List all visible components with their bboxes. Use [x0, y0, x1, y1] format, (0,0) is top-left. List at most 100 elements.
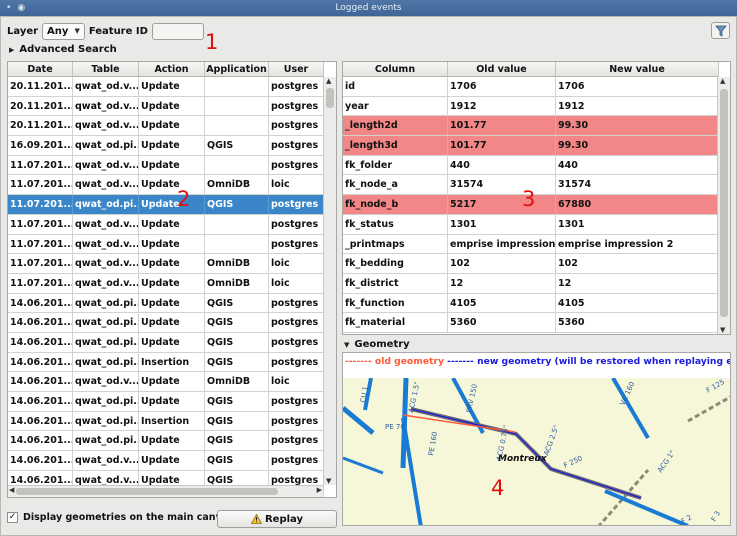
column-header-old-value[interactable]: Old value — [448, 62, 556, 76]
layer-combo[interactable]: Any ▼ — [42, 22, 85, 40]
event-cell-application: QGIS — [205, 451, 269, 470]
column-header-application[interactable]: Application — [205, 62, 269, 76]
window-menu-icon[interactable]: • — [6, 3, 11, 13]
detail-row[interactable]: _length2d 101.77 99.30 — [343, 116, 719, 137]
detail-row[interactable]: _length3d 101.77 99.30 — [343, 136, 719, 156]
event-cell-application: QGIS — [205, 352, 269, 372]
event-cell-application — [205, 116, 269, 136]
event-cell-action: Update — [139, 332, 205, 352]
legend-new-geometry: ------- new geometry (will be restored w… — [447, 356, 731, 367]
event-row[interactable]: 20.11.201... qwat_od.v... Update postgres — [8, 116, 324, 137]
event-row[interactable]: 14.06.201... qwat_od.pi... Insertion QGIS po… — [8, 352, 324, 373]
detail-cell-column: fk_node_a — [343, 175, 448, 195]
detail-row[interactable]: year 1912 1912 — [343, 96, 719, 117]
title-bar: • ◉ Logged events — [0, 0, 737, 16]
scroll-thumb[interactable] — [326, 88, 334, 108]
geometry-map-canvas[interactable]: CU 1 ACG 1.5" PRV 150 VC 160 F 125 PE 70… — [343, 378, 731, 526]
event-cell-application: QGIS — [205, 195, 269, 214]
event-row[interactable]: 11.07.201... qwat_od.v... Update postgres — [8, 214, 324, 235]
details-vertical-scrollbar[interactable]: ▲ ▼ — [717, 77, 730, 334]
event-row[interactable]: 14.06.201... qwat_od.v... Update QGIS postgr… — [8, 451, 324, 471]
column-header-new-value[interactable]: New value — [556, 62, 719, 76]
detail-row[interactable]: fk_folder 440 440 — [343, 155, 719, 176]
column-header-table[interactable]: Table — [73, 62, 139, 76]
geometry-toggle[interactable]: ▼ Geometry — [344, 339, 410, 350]
horizontal-scroll-thumb[interactable] — [16, 488, 278, 495]
event-cell-user: loic — [269, 254, 324, 273]
scroll-thumb[interactable] — [720, 89, 728, 317]
detail-row[interactable]: _printmaps emprise impression 2 emprise im… — [343, 234, 719, 255]
detail-row[interactable]: fk_district 12 12 — [343, 273, 719, 294]
pin-icon[interactable]: ◉ — [17, 3, 25, 13]
detail-row[interactable]: fk_bedding 102 102 — [343, 254, 719, 274]
detail-row[interactable]: id 1706 1706 — [343, 77, 719, 97]
geometry-panel: ------- old geometry ------- new geometr… — [342, 352, 731, 526]
event-row[interactable]: 11.07.201... qwat_od.v... Update postgres — [8, 155, 324, 176]
detail-cell-old-value: 1301 — [448, 214, 556, 234]
detail-row[interactable]: fk_status 1301 1301 — [343, 214, 719, 235]
scroll-up-icon[interactable]: ▲ — [720, 77, 725, 85]
detail-cell-column: fk_material — [343, 313, 448, 332]
event-row[interactable]: 14.06.201...qwat_od.pi...UpdateQGISpostg… — [8, 332, 324, 353]
geometry-title: Geometry — [354, 339, 410, 350]
detail-cell-column: fk_node_b — [343, 195, 448, 214]
scroll-down-icon[interactable]: ▼ — [326, 477, 331, 485]
event-cell-application — [205, 214, 269, 234]
column-header-user[interactable]: User — [269, 62, 324, 76]
event-cell-table: qwat_od.v... — [73, 175, 139, 195]
event-row[interactable]: 14.06.201...qwat_od.pi...UpdateQGISpostg… — [8, 293, 324, 314]
event-row[interactable]: 20.11.201... qwat_od.v... Update postgres — [8, 77, 324, 97]
event-row[interactable]: 11.07.201... qwat_od.v... Update postgres — [8, 234, 324, 255]
event-row[interactable]: 14.06.201... qwat_od.pi... Insertion QGIS po… — [8, 411, 324, 432]
detail-cell-new-value: 1912 — [556, 96, 719, 116]
event-cell-date: 20.11.201... — [8, 96, 73, 116]
events-vertical-scrollbar[interactable]: ▲ ▼ — [323, 77, 336, 485]
events-horizontal-scrollbar[interactable]: ◀ ▶ — [8, 485, 323, 497]
event-cell-user: postgres — [269, 451, 324, 470]
event-row[interactable]: 14.06.201...qwat_od.pi...UpdateQGISpostg… — [8, 313, 324, 333]
event-row[interactable]: 14.06.201...qwat_od.pi...UpdateQGISpostg… — [8, 431, 324, 452]
detail-cell-old-value: 12 — [448, 273, 556, 293]
checkbox-checked-icon[interactable]: ✓ — [7, 512, 18, 523]
event-cell-table: qwat_od.pi... — [73, 136, 139, 155]
event-row[interactable]: 14.06.201...qwat_od.pi...UpdateQGISpostg… — [8, 392, 324, 412]
warning-icon — [250, 514, 262, 524]
detail-cell-column: fk_district — [343, 273, 448, 293]
event-row[interactable]: 11.07.201... qwat_od.pi... Update QGIS postg… — [8, 195, 324, 215]
display-geometries-checkbox[interactable]: ✓ Display geometries on the main canvas — [7, 512, 234, 523]
event-cell-user: postgres — [269, 195, 324, 214]
event-cell-action: Update — [139, 155, 205, 175]
event-cell-date: 14.06.201... — [8, 352, 73, 372]
advanced-search-label: Advanced Search — [19, 44, 117, 55]
column-header-column[interactable]: Column — [343, 62, 448, 76]
event-cell-user: postgres — [269, 96, 324, 116]
event-cell-date: 11.07.201... — [8, 273, 73, 293]
event-cell-application: OmniDB — [205, 372, 269, 391]
column-header-date[interactable]: Date — [8, 62, 73, 76]
event-cell-application: OmniDB — [205, 254, 269, 273]
scroll-up-icon[interactable]: ▲ — [326, 77, 331, 85]
detail-row[interactable]: fk_material 5360 5360 — [343, 313, 719, 333]
scroll-left-icon[interactable]: ◀ — [9, 486, 14, 494]
event-cell-action: Update — [139, 392, 205, 411]
column-header-action[interactable]: Action — [139, 62, 205, 76]
event-row[interactable]: 11.07.201... qwat_od.v... Update OmniDB loic — [8, 254, 324, 274]
event-row[interactable]: 20.11.201... qwat_od.v... Update postgres — [8, 96, 324, 117]
feature-id-input[interactable] — [151, 22, 204, 40]
filter-button[interactable] — [711, 22, 730, 39]
scroll-right-icon[interactable]: ▶ — [317, 486, 322, 494]
event-row[interactable]: 14.06.201... qwat_od.v... Update OmniDB loic — [8, 372, 324, 392]
scroll-down-icon[interactable]: ▼ — [720, 326, 725, 334]
event-cell-action: Update — [139, 195, 205, 214]
event-row[interactable]: 11.07.201... qwat_od.v... Update OmniDB loic — [8, 273, 324, 294]
advanced-search-toggle[interactable]: ▶ Advanced Search — [9, 44, 117, 55]
events-table[interactable]: Date Table Action Application User 20.11… — [7, 61, 337, 498]
event-row[interactable]: 11.07.201... qwat_od.v... Update OmniDB loic — [8, 175, 324, 196]
details-table[interactable]: Column Old value New value id 1706 1706 yea… — [342, 61, 731, 335]
detail-cell-column: fk_status — [343, 214, 448, 234]
layer-label: Layer — [7, 25, 39, 37]
detail-row[interactable]: fk_function 4105 4105 — [343, 293, 719, 314]
replay-button[interactable]: Replay — [217, 510, 337, 528]
detail-cell-old-value: 102 — [448, 254, 556, 273]
event-row[interactable]: 16.09.201... qwat_od.pi... Update QGIS postg… — [8, 136, 324, 156]
